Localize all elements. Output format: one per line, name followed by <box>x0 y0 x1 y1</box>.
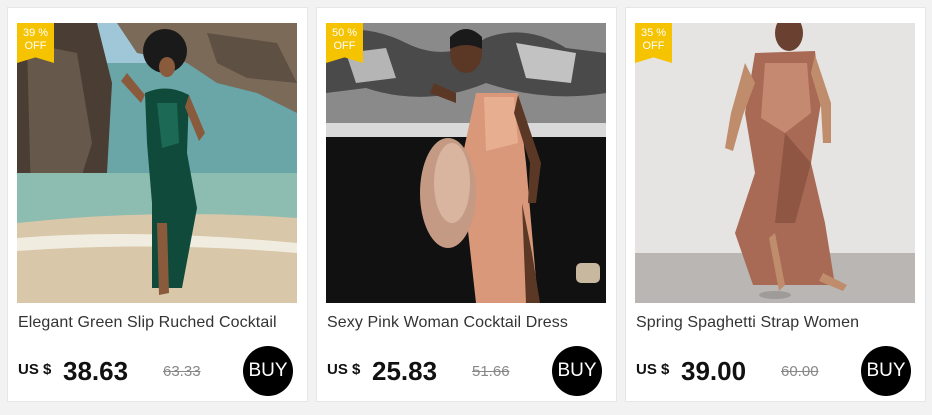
discount-value: 35 % <box>640 27 667 39</box>
product-photo-graffiti <box>326 23 606 303</box>
sale-price: 38.63 <box>63 356 129 386</box>
discount-value: 50 % <box>331 27 358 39</box>
original-price: 63.33 <box>163 363 201 380</box>
product-card[interactable]: 50 % OFF Sexy Pink Woman Cocktail Dress … <box>316 7 617 402</box>
currency-label: US $ <box>636 361 670 378</box>
product-image[interactable]: 50 % OFF <box>326 23 606 303</box>
buy-button[interactable]: BUY <box>861 346 911 396</box>
product-photo-beach <box>17 23 297 303</box>
discount-value: 39 % <box>22 27 49 39</box>
discount-badge: 39 % OFF <box>17 23 54 63</box>
buy-button[interactable]: BUY <box>552 346 602 396</box>
discount-badge: 50 % OFF <box>326 23 363 63</box>
sale-price: 25.83 <box>372 356 438 386</box>
currency-label: US $ <box>18 361 52 378</box>
discount-label: OFF <box>24 40 47 52</box>
product-image[interactable]: 35 % OFF <box>635 23 915 303</box>
original-price: 60.00 <box>781 363 819 380</box>
discount-label: OFF <box>642 40 665 52</box>
buy-button[interactable]: BUY <box>243 346 293 396</box>
discount-badge: 35 % OFF <box>635 23 672 63</box>
product-image[interactable]: 39 % OFF <box>17 23 297 303</box>
product-card[interactable]: 39 % OFF Elegant Green Slip Ruched Cockt… <box>7 7 308 402</box>
price-row: US $ 39.00 60.00 BUY <box>636 346 918 396</box>
product-title[interactable]: Spring Spaghetti Strap Women <box>636 314 918 332</box>
sale-price: 39.00 <box>681 356 747 386</box>
product-title[interactable]: Elegant Green Slip Ruched Cocktail <box>18 314 300 332</box>
discount-label: OFF <box>333 40 356 52</box>
product-title[interactable]: Sexy Pink Woman Cocktail Dress <box>327 314 609 332</box>
price-row: US $ 25.83 51.66 BUY <box>327 346 609 396</box>
currency-label: US $ <box>327 361 361 378</box>
product-photo-studio <box>635 23 915 303</box>
price-row: US $ 38.63 63.33 BUY <box>18 346 300 396</box>
product-card[interactable]: 35 % OFF Spring Spaghetti Strap Women US… <box>625 7 926 402</box>
original-price: 51.66 <box>472 363 510 380</box>
